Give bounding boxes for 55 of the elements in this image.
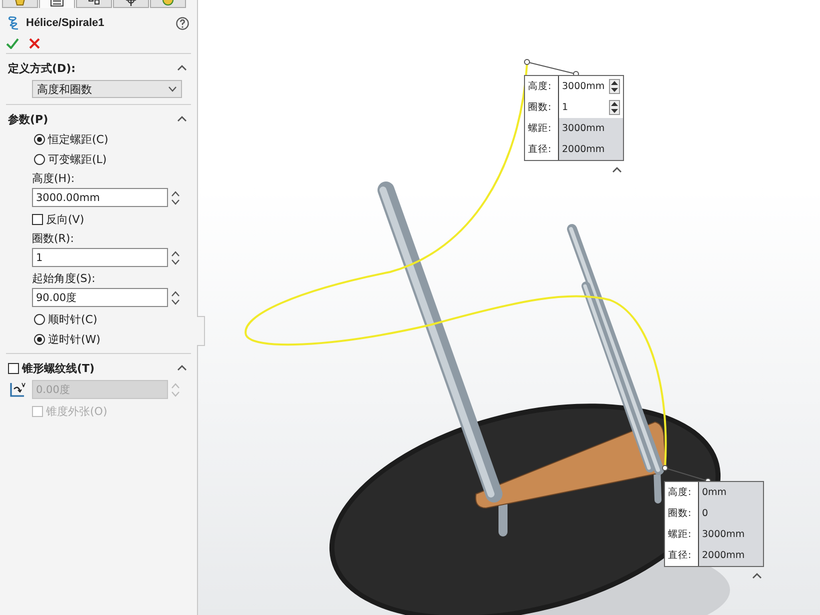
radio-button[interactable] xyxy=(34,334,45,344)
radio-button[interactable] xyxy=(34,314,45,324)
collapse-icon[interactable] xyxy=(177,116,187,122)
callout-value: 2000mm xyxy=(699,545,763,566)
radio-button[interactable] xyxy=(34,154,45,164)
collapse-icon[interactable] xyxy=(612,167,622,173)
section-title: 定义方式(D): xyxy=(8,60,76,76)
input-field[interactable]: 1 xyxy=(32,248,168,267)
field-label: 起始角度(S): xyxy=(32,271,96,286)
spin-down-icon[interactable] xyxy=(171,298,180,306)
help-icon[interactable] xyxy=(176,16,189,30)
ok-check-icon[interactable] xyxy=(6,38,19,49)
radio-button[interactable] xyxy=(34,134,45,144)
taper-angle-icon xyxy=(9,381,26,398)
cancel-icon[interactable] xyxy=(29,38,40,49)
feature-title: Hélice/Spirale1 xyxy=(26,17,104,29)
spin-up-icon[interactable] xyxy=(171,190,180,198)
spin-icon[interactable] xyxy=(608,79,620,94)
radio-label: 可变螺距(L) xyxy=(48,152,107,166)
checkbox-label: 锥度外张(O) xyxy=(46,404,108,418)
callout-label: 螺距: xyxy=(525,118,559,139)
spin-down-icon[interactable] xyxy=(171,198,180,206)
spin-up-icon[interactable] xyxy=(171,290,180,298)
spin-up-icon[interactable] xyxy=(171,250,180,258)
collapse-icon[interactable] xyxy=(177,365,187,371)
field-label: 高度(H): xyxy=(32,171,76,186)
checkbox-label: 反向(V) xyxy=(46,212,84,226)
checkbox[interactable] xyxy=(32,214,43,224)
callout-value: 2000mm xyxy=(559,139,623,160)
callout-value: 0mm xyxy=(699,482,763,503)
input-field[interactable]: 90.00度 xyxy=(32,288,168,307)
field-label: 圈数(R): xyxy=(32,231,75,246)
callout-label: 高度: xyxy=(665,482,699,503)
collapse-icon[interactable] xyxy=(752,573,762,579)
callout-label: 高度: xyxy=(525,76,559,97)
section-title: 锥形螺纹线(T) xyxy=(22,360,95,376)
callout-value: 3000mm xyxy=(559,118,623,139)
helix-icon xyxy=(8,16,20,30)
spin-icon[interactable] xyxy=(608,100,620,115)
callout-label: 直径: xyxy=(665,545,699,566)
callout-value: 3000mm xyxy=(699,524,763,545)
spin-down-icon[interactable] xyxy=(171,258,180,266)
callout-label: 直径: xyxy=(525,139,559,160)
collapse-icon[interactable] xyxy=(177,65,187,71)
input-field[interactable]: 3000.00mm xyxy=(32,188,168,207)
dropdown[interactable]: 高度和圈数 xyxy=(32,80,182,98)
section-title: 参数(P) xyxy=(8,112,48,126)
callout-label: 螺距: xyxy=(665,524,699,545)
callout-value: 0 xyxy=(699,503,763,524)
radio-label: 顺时针(C) xyxy=(48,312,98,326)
checkbox[interactable] xyxy=(8,362,19,374)
dropdown-caret-icon xyxy=(168,86,177,92)
radio-label: 逆时针(W) xyxy=(48,332,100,346)
radio-label: 恒定螺距(C) xyxy=(48,132,108,146)
panel-collapse-handle[interactable] xyxy=(197,316,205,346)
